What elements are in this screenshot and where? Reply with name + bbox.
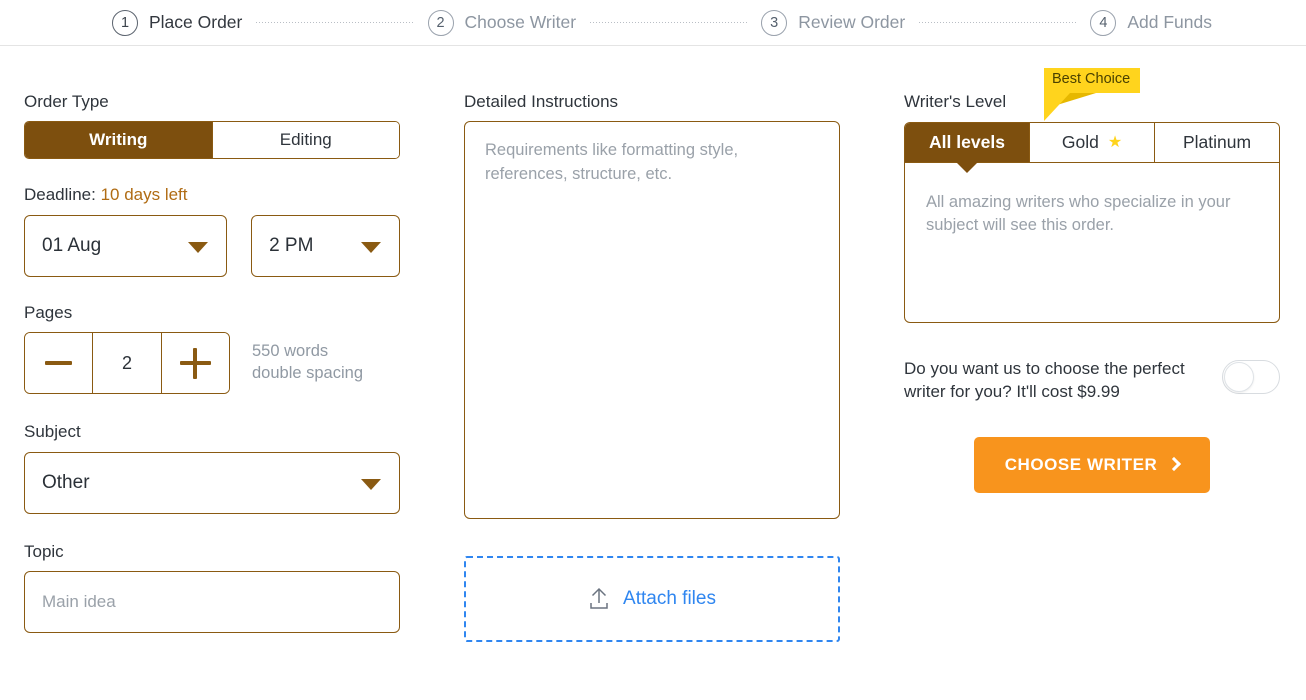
writer-level-column: Writer's Level Best Choice All levels Go… xyxy=(904,68,1280,493)
deadline-label-separator: : xyxy=(91,185,101,205)
plus-icon xyxy=(179,347,211,379)
chevron-down-icon xyxy=(188,241,209,253)
best-choice-badge-label: Best Choice xyxy=(1044,68,1140,93)
perfect-writer-toggle[interactable] xyxy=(1222,360,1280,394)
order-type-label: Order Type xyxy=(24,92,109,111)
order-type-segmented-control[interactable]: Writing Editing xyxy=(24,121,400,160)
order-type-option-editing[interactable]: Editing xyxy=(212,122,399,159)
order-details-column: Order Type Writing Editing Deadline: 10 … xyxy=(24,92,400,633)
step-label: Choose Writer xyxy=(464,12,577,32)
deadline-time-select[interactable]: 2 PM xyxy=(251,214,400,277)
step-review-order[interactable]: 3 Review Order xyxy=(761,9,906,36)
step-label: Add Funds xyxy=(1127,12,1212,32)
step-separator xyxy=(256,22,414,23)
step-choose-writer[interactable]: 2 Choose Writer xyxy=(427,9,577,36)
step-number: 3 xyxy=(761,9,788,36)
deadline-time-value: 2 PM xyxy=(269,234,314,256)
deadline-days-left: 10 days left xyxy=(100,185,188,205)
deadline-date-value: 01 Aug xyxy=(42,234,102,256)
step-separator xyxy=(919,22,1077,23)
instructions-textarea[interactable] xyxy=(464,121,840,520)
step-add-funds[interactable]: 4 Add Funds xyxy=(1090,9,1212,36)
writer-level-tab-platinum[interactable]: Platinum xyxy=(1155,123,1279,162)
attach-files-dropzone[interactable]: Attach files xyxy=(464,556,840,643)
step-number: 4 xyxy=(1090,9,1117,36)
subject-label: Subject xyxy=(24,422,81,442)
topic-label: Topic xyxy=(24,541,64,561)
pages-spacing: double spacing xyxy=(252,364,364,383)
toggle-knob xyxy=(1224,362,1254,392)
pages-stepper: 2 xyxy=(24,332,230,395)
star-icon: ★ xyxy=(1107,133,1123,151)
step-label: Place Order xyxy=(149,12,243,32)
writer-level-tab-gold[interactable]: Gold ★ xyxy=(1030,123,1155,162)
chevron-down-icon xyxy=(361,241,381,253)
upload-icon xyxy=(588,587,610,611)
pages-label: Pages xyxy=(24,302,73,322)
instructions-label: Detailed Instructions xyxy=(464,92,619,111)
instructions-column: Detailed Instructions Attach files xyxy=(464,92,840,643)
best-choice-badge: Best Choice xyxy=(1044,68,1140,121)
step-place-order[interactable]: 1 Place Order xyxy=(112,9,243,36)
writer-level-tab-label: All levels xyxy=(929,132,1005,152)
minus-icon xyxy=(45,361,73,366)
chevron-down-icon xyxy=(361,478,381,490)
writer-level-description: All amazing writers who specialize in yo… xyxy=(904,162,1280,323)
deadline-label: Deadline: 10 days left xyxy=(24,185,400,205)
attach-files-label: Attach files xyxy=(623,588,716,610)
pages-increment-button[interactable] xyxy=(161,333,229,394)
pages-value[interactable]: 2 xyxy=(93,333,162,394)
subject-select[interactable]: Other xyxy=(24,451,400,514)
writer-level-tab-label: Platinum xyxy=(1182,132,1252,152)
pages-word-count: 550 words xyxy=(252,342,329,361)
writer-level-tab-all-levels[interactable]: All levels xyxy=(905,123,1030,173)
step-number: 2 xyxy=(427,9,454,36)
order-type-option-writing[interactable]: Writing xyxy=(25,122,213,159)
subject-value: Other xyxy=(42,471,90,493)
writer-level-tab-label: Gold xyxy=(1061,132,1099,152)
chevron-right-icon xyxy=(1167,457,1182,472)
step-label: Review Order xyxy=(798,12,906,32)
choose-writer-button[interactable]: CHOOSE WRITER xyxy=(974,436,1210,493)
choose-writer-label: CHOOSE WRITER xyxy=(1004,454,1158,474)
pages-word-count-note: 550 words double spacing xyxy=(252,341,363,385)
step-number: 1 xyxy=(112,9,138,36)
best-choice-badge-tail xyxy=(1044,92,1140,121)
step-separator xyxy=(590,22,748,23)
deadline-date-select[interactable]: 01 Aug xyxy=(24,214,228,277)
writer-level-label: Writer's Level xyxy=(904,92,1007,111)
pages-decrement-button[interactable] xyxy=(25,333,94,394)
deadline-label-text: Deadline xyxy=(24,185,92,205)
topic-input[interactable] xyxy=(24,570,400,633)
writer-level-tabs[interactable]: All levels Gold ★ Platinum xyxy=(904,122,1280,173)
order-progress-stepper: 1 Place Order 2 Choose Writer 3 Review O… xyxy=(0,0,1306,46)
perfect-writer-row: Do you want us to choose the perfect wri… xyxy=(904,357,1280,404)
pages-stepper-row: 2 550 words double spacing xyxy=(24,332,400,395)
perfect-writer-text: Do you want us to choose the perfect wri… xyxy=(904,359,1185,402)
